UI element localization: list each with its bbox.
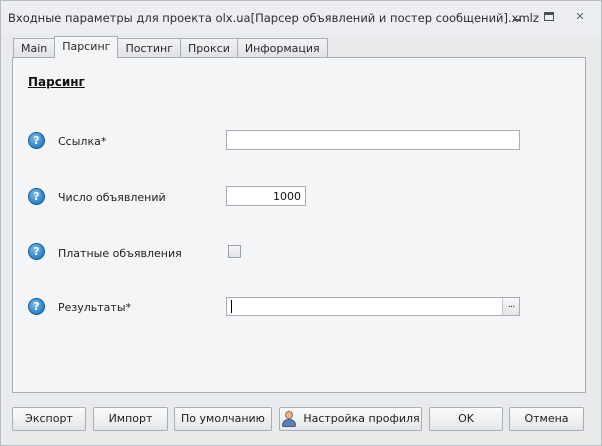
close-icon: ✕ xyxy=(575,10,585,23)
help-icon[interactable]: ? xyxy=(28,243,45,260)
close-button[interactable]: ✕ xyxy=(573,11,587,23)
paid-label: Платные объявления xyxy=(58,247,182,260)
help-icon[interactable]: ? xyxy=(28,132,45,149)
results-input[interactable] xyxy=(226,297,503,316)
tab-panel-parsing: Парсинг ? Ссылка* ? Число объявлений ? П… xyxy=(12,57,586,393)
maximize-button[interactable] xyxy=(542,11,556,23)
text-caret xyxy=(231,300,232,313)
defaults-button[interactable]: По умолчанию xyxy=(174,407,272,431)
link-label: Ссылка* xyxy=(58,135,107,148)
minimize-icon xyxy=(513,19,521,21)
tab-parsing[interactable]: Парсинг xyxy=(54,36,119,58)
ok-button[interactable]: OK xyxy=(429,407,503,431)
minimize-button[interactable] xyxy=(510,11,524,23)
tab-main[interactable]: Main xyxy=(13,38,56,58)
results-label: Результаты* xyxy=(58,301,132,314)
count-label: Число объявлений xyxy=(58,191,166,204)
help-icon[interactable]: ? xyxy=(28,298,45,315)
help-icon[interactable]: ? xyxy=(28,188,45,205)
count-input[interactable] xyxy=(226,186,306,206)
tab-bar: Main Парсинг Постинг Прокси Информация xyxy=(13,36,328,58)
profile-settings-button[interactable]: Настройка профиля xyxy=(279,407,422,431)
paid-checkbox[interactable] xyxy=(228,245,241,258)
dialog-window: Входные параметры для проекта olx.ua[Пар… xyxy=(0,0,602,446)
title-bar[interactable]: Входные параметры для проекта olx.ua[Пар… xyxy=(1,1,601,34)
section-title: Парсинг xyxy=(28,75,85,89)
export-button[interactable]: Экспорт xyxy=(12,407,86,431)
user-icon xyxy=(281,411,297,427)
window-title: Входные параметры для проекта olx.ua[Пар… xyxy=(8,11,539,25)
tab-proxy[interactable]: Прокси xyxy=(180,38,238,58)
browse-button[interactable]: ... xyxy=(502,297,520,316)
tab-info[interactable]: Информация xyxy=(236,38,328,58)
maximize-icon xyxy=(544,12,554,21)
profile-settings-label: Настройка профиля xyxy=(303,412,420,425)
cancel-button[interactable]: Отмена xyxy=(509,407,584,431)
import-button[interactable]: Импорт xyxy=(93,407,168,431)
link-input[interactable] xyxy=(226,130,520,150)
tab-posting[interactable]: Постинг xyxy=(117,38,182,58)
